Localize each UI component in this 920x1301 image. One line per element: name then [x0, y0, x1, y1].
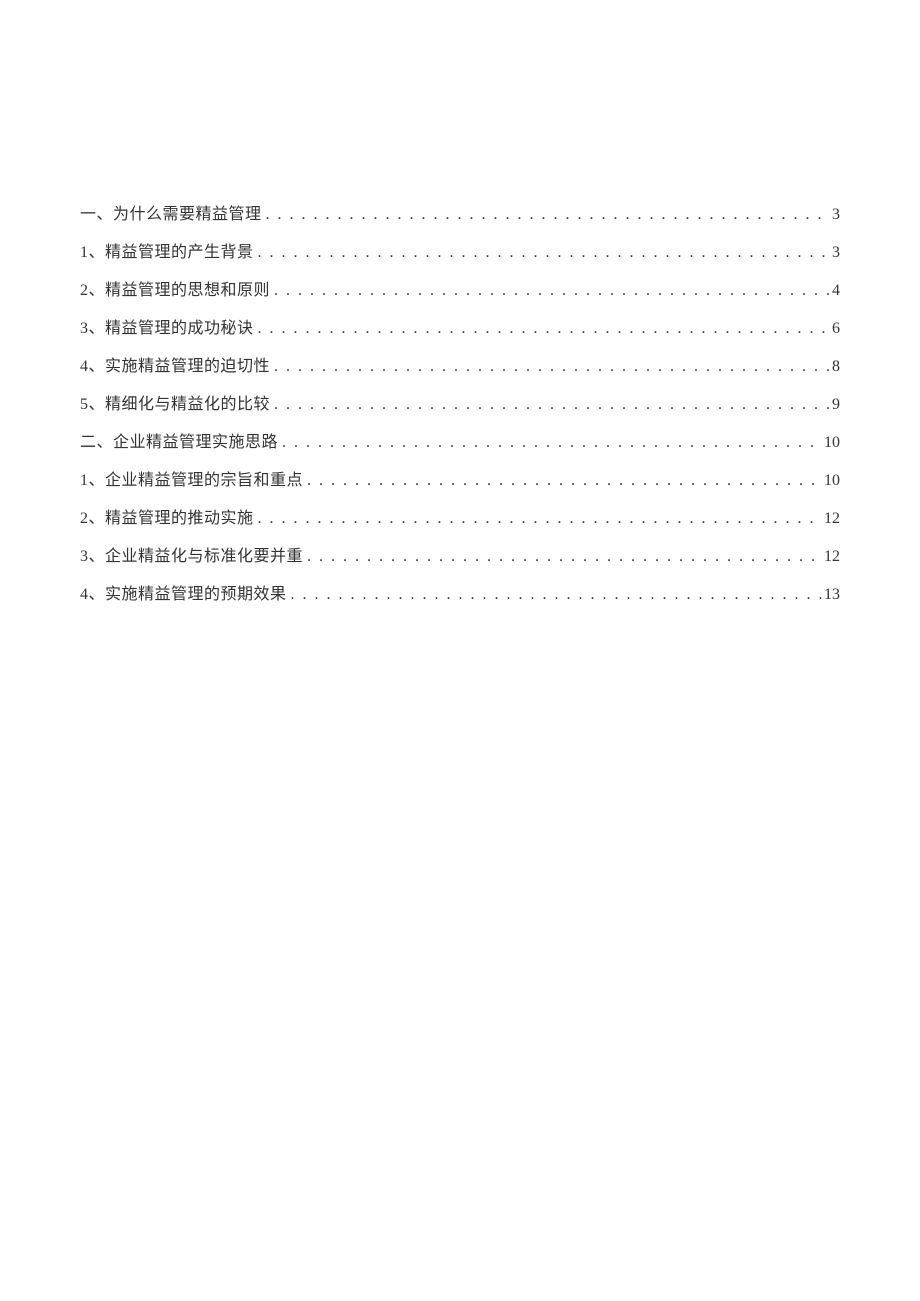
- toc-page-number: 4: [830, 282, 840, 300]
- toc-leader-dots: [270, 282, 830, 300]
- toc-leader-dots: [303, 472, 822, 490]
- toc-leader-dots: [262, 206, 830, 224]
- toc-page-number: 12: [822, 548, 840, 566]
- toc-entry: 1、企业精益管理的宗旨和重点 10: [80, 466, 840, 490]
- toc-title: 3、企业精益化与标准化要并重: [80, 542, 303, 566]
- toc-title: 5、精细化与精益化的比较: [80, 390, 270, 414]
- toc-entry: 4、实施精益管理的迫切性 8: [80, 352, 840, 376]
- toc-title: 1、企业精益管理的宗旨和重点: [80, 466, 303, 490]
- toc-page-number: 6: [830, 320, 840, 338]
- toc-title: 1、精益管理的产生背景: [80, 238, 254, 262]
- toc-entry: 二、企业精益管理实施思路 10: [80, 428, 840, 452]
- toc-entry: 2、精益管理的推动实施 12: [80, 504, 840, 528]
- toc-leader-dots: [270, 358, 830, 376]
- toc-page-number: 9: [830, 396, 840, 414]
- toc-title: 4、实施精益管理的预期效果: [80, 580, 287, 604]
- toc-entry: 1、精益管理的产生背景 3: [80, 238, 840, 262]
- toc-title: 3、精益管理的成功秘诀: [80, 314, 254, 338]
- toc-page-number: 8: [830, 358, 840, 376]
- toc-leader-dots: [287, 586, 822, 604]
- toc-title: 4、实施精益管理的迫切性: [80, 352, 270, 376]
- table-of-contents: 一、为什么需要精益管理 3 1、精益管理的产生背景 3 2、精益管理的思想和原则…: [80, 200, 840, 604]
- toc-title: 2、精益管理的推动实施: [80, 504, 254, 528]
- toc-leader-dots: [278, 434, 822, 452]
- toc-leader-dots: [254, 510, 822, 528]
- toc-title: 一、为什么需要精益管理: [80, 200, 262, 224]
- toc-entry: 4、实施精益管理的预期效果 13: [80, 580, 840, 604]
- toc-leader-dots: [303, 548, 822, 566]
- toc-page-number: 10: [822, 472, 840, 490]
- toc-page-number: 3: [830, 206, 840, 224]
- toc-leader-dots: [254, 244, 830, 262]
- toc-page-number: 13: [822, 586, 840, 604]
- toc-entry: 3、精益管理的成功秘诀 6: [80, 314, 840, 338]
- toc-page-number: 3: [830, 244, 840, 262]
- toc-title: 二、企业精益管理实施思路: [80, 428, 278, 452]
- toc-title: 2、精益管理的思想和原则: [80, 276, 270, 300]
- toc-leader-dots: [254, 320, 830, 338]
- toc-entry: 2、精益管理的思想和原则 4: [80, 276, 840, 300]
- toc-page-number: 12: [822, 510, 840, 528]
- toc-leader-dots: [270, 396, 830, 414]
- toc-page-number: 10: [822, 434, 840, 452]
- toc-entry: 3、企业精益化与标准化要并重 12: [80, 542, 840, 566]
- toc-entry: 5、精细化与精益化的比较 9: [80, 390, 840, 414]
- toc-entry: 一、为什么需要精益管理 3: [80, 200, 840, 224]
